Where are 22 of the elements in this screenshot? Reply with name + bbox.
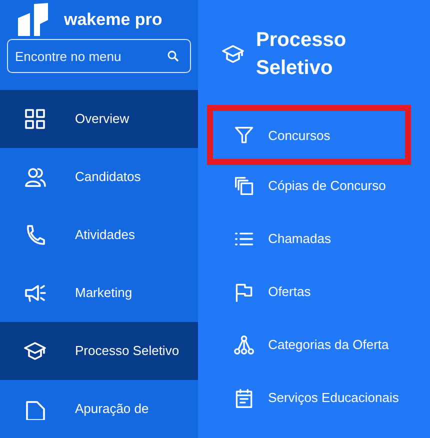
highlighted-menu-item[interactable]: Concursos — [207, 105, 411, 165]
submenu-item[interactable]: Chamadas — [207, 212, 411, 265]
calendar-icon — [234, 386, 254, 408]
copies-icon — [234, 174, 254, 196]
sidebar-item[interactable]: Processo Seletivo — [0, 322, 198, 380]
submenu-item[interactable]: Ofertas — [207, 265, 411, 318]
graduation-cap-icon — [222, 45, 244, 63]
graduation-cap-icon — [24, 340, 46, 362]
hierarchy-icon — [234, 334, 254, 356]
phone-icon — [24, 224, 46, 246]
search-field[interactable]: Encontre no menu — [7, 39, 191, 73]
submenu-item[interactable]: Categorias da Oferta — [207, 318, 411, 371]
filter-icon — [234, 124, 254, 146]
users-icon — [24, 166, 46, 188]
grid-icon — [24, 108, 46, 130]
sidebar-item[interactable]: Overview — [0, 90, 198, 148]
logo-icon — [16, 2, 50, 38]
submenu-item[interactable]: Serviços Educacionais — [207, 371, 411, 424]
search-icon — [167, 50, 179, 62]
megaphone-icon — [24, 282, 46, 304]
panel-title: Processo Seletivo — [256, 28, 348, 81]
brand-name: wakeme pro — [64, 8, 162, 31]
